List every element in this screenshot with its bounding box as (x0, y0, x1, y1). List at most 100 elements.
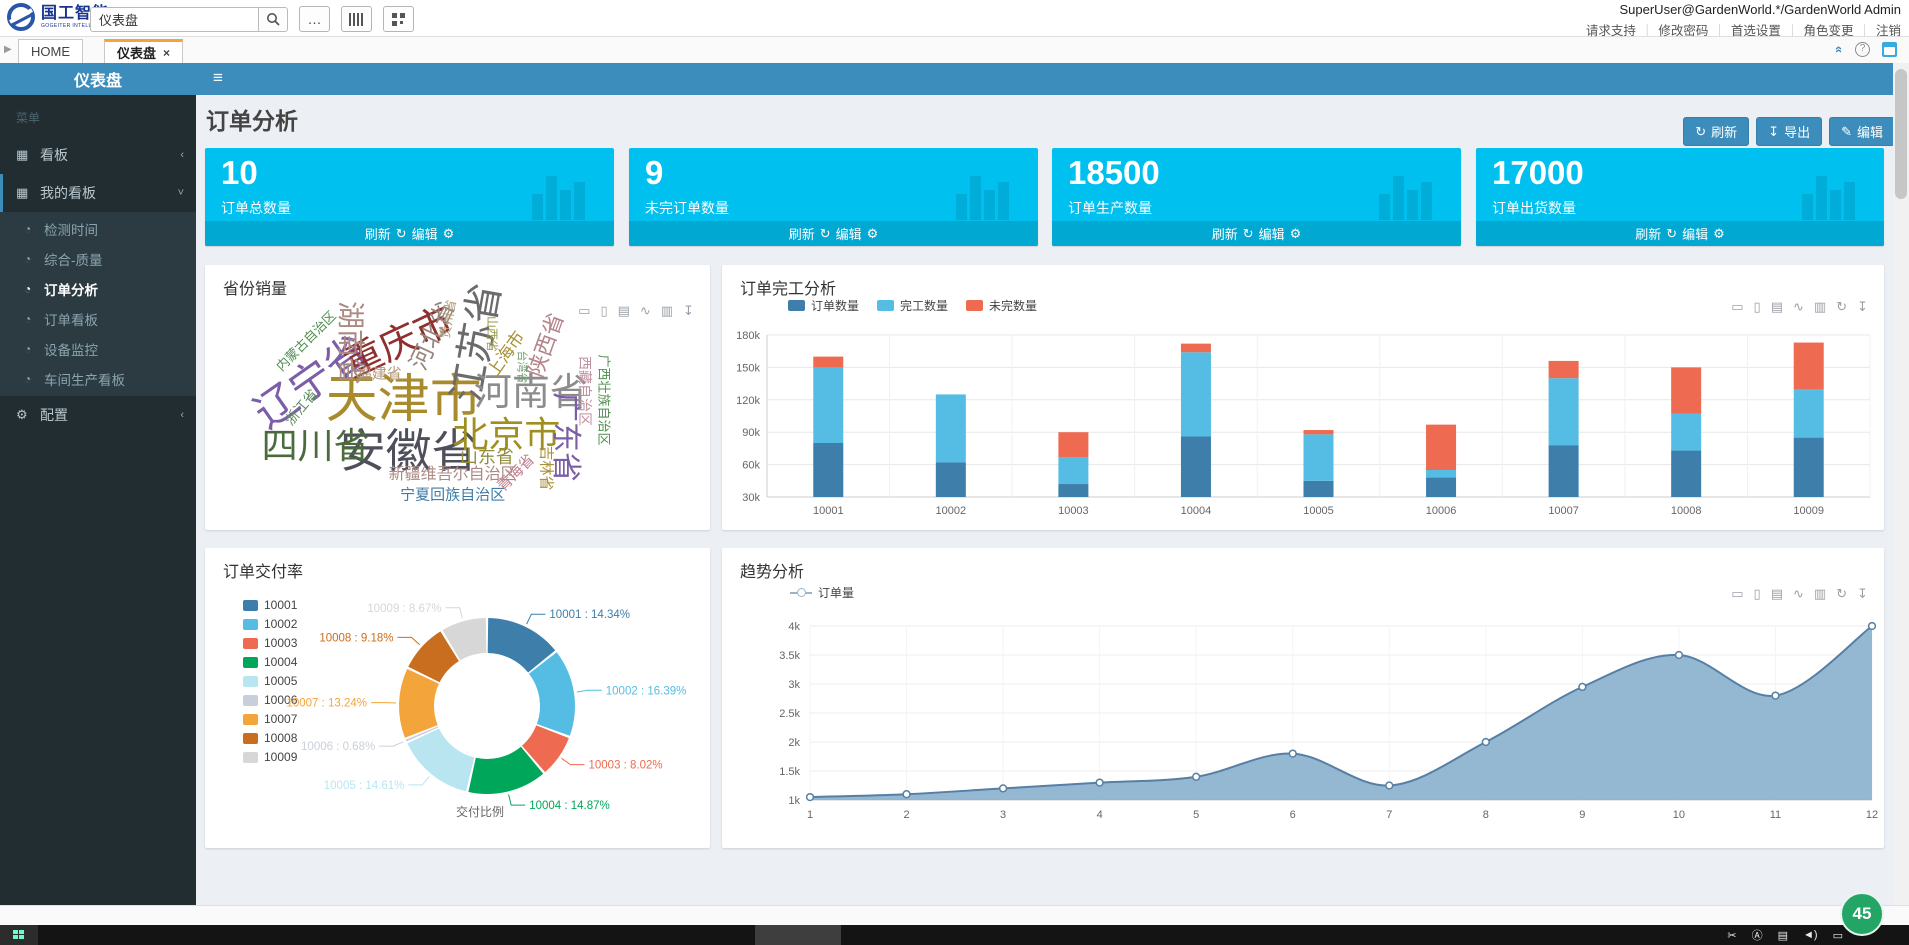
legend-item-订单数量[interactable]: 订单数量 (788, 297, 859, 314)
slice-label: 10003 : 8.02% (588, 760, 662, 772)
slice-label: 10002 : 16.39% (606, 685, 687, 697)
x-tick-label: 10001 (813, 505, 844, 517)
sidebar-subitem-车间生产看板[interactable]: ◔车间生产看板 (0, 364, 196, 394)
legend-label: 完工数量 (900, 297, 948, 314)
bar-segment (936, 394, 966, 462)
close-tab-icon[interactable]: × (163, 46, 170, 60)
x-tick-label: 10008 (1671, 505, 1702, 517)
sidebar-item-配置[interactable]: ⚙配置‹ (0, 396, 196, 434)
refresh-button[interactable]: ↻ 刷新 (1683, 117, 1749, 146)
input-method-icon[interactable]: Ⓐ (1752, 927, 1763, 943)
button-label: 刷新 (1711, 122, 1737, 141)
link-separator: ｜ (1858, 24, 1871, 38)
line-type-icon[interactable]: ∿ (1793, 586, 1804, 602)
user-link[interactable]: 修改密码 (1658, 24, 1708, 38)
sidebar-subitem-综合-质量[interactable]: ◔综合-质量 (0, 244, 196, 274)
bar-segment (1181, 437, 1211, 497)
floating-badge[interactable]: 45 (1840, 892, 1884, 936)
edit-label[interactable]: 编辑 (1259, 224, 1285, 243)
datazoom-icon[interactable]: ▭ (1731, 586, 1743, 602)
page-title: 订单分析 (206, 102, 298, 136)
content-header: ≡ (196, 63, 1909, 95)
search-input[interactable] (90, 7, 258, 32)
tab-HOME[interactable]: HOME (18, 39, 83, 63)
dataview-icon[interactable]: ▤ (1771, 299, 1783, 315)
wrench-icon: ⚙ (443, 226, 455, 242)
sidebar-item-我的看板[interactable]: ▦我的看板˅ (0, 174, 196, 212)
y-tick-label: 2k (788, 737, 800, 749)
user-link[interactable]: 角色变更 (1803, 24, 1853, 38)
slice-label: 10005 : 14.61% (324, 780, 405, 792)
search-button[interactable] (258, 7, 288, 32)
bar-type-icon[interactable]: ▥ (1814, 299, 1826, 315)
trend-legend-item[interactable]: 订单量 (790, 584, 854, 601)
bar-chart-icon (1377, 164, 1441, 225)
sidebar-submenu: ◔检测时间◔综合-质量◔订单分析◔订单看板◔设备监控◔车间生产看板 (0, 212, 196, 396)
kpi-footer-actions[interactable]: 刷新↻编辑⚙ (1052, 221, 1461, 246)
datazoom-icon[interactable]: ▭ (1731, 299, 1743, 315)
kpi-label: 订单生产数量 (1068, 198, 1152, 218)
sidebar-subitem-设备监控[interactable]: ◔设备监控 (0, 334, 196, 364)
taskbar-app-button[interactable] (755, 925, 841, 945)
export-button[interactable]: ↧导出 (1756, 117, 1822, 146)
collapse-tabs-icon[interactable]: « (1832, 46, 1847, 53)
save-image-icon[interactable]: ↧ (1857, 299, 1868, 315)
bar-segment (1794, 343, 1824, 389)
kpi-footer-actions[interactable]: 刷新↻编辑⚙ (629, 221, 1038, 246)
edit-label[interactable]: 编辑 (1682, 224, 1708, 243)
datazoom-reset-icon[interactable]: ▯ (1754, 586, 1761, 602)
restore-icon[interactable]: ↻ (1836, 586, 1847, 602)
sidebar-subitem-label: 检测时间 (44, 219, 98, 239)
data-point-marker (1579, 684, 1586, 691)
clipboard-icon[interactable]: ▤ (1778, 929, 1788, 942)
qrcode-icon (392, 13, 405, 26)
barcode-button[interactable] (341, 6, 372, 32)
save-image-icon[interactable]: ↧ (1857, 586, 1868, 602)
display-icon[interactable]: ▭ (1833, 929, 1843, 942)
qrcode-button[interactable] (383, 6, 414, 32)
edit-label[interactable]: 编辑 (412, 224, 438, 243)
legend-item-未完数量[interactable]: 未完数量 (966, 297, 1037, 314)
start-button[interactable] (0, 925, 38, 945)
refresh-label[interactable]: 刷新 (365, 224, 391, 243)
link-separator: ｜ (1786, 24, 1799, 38)
vertical-scrollbar[interactable] (1893, 63, 1909, 905)
edit-label[interactable]: 编辑 (836, 224, 862, 243)
scrollbar-thumb[interactable] (1895, 69, 1907, 199)
help-icon[interactable]: ? (1855, 42, 1870, 57)
bar-type-icon[interactable]: ▥ (1814, 586, 1826, 602)
restore-icon[interactable]: ↻ (1836, 299, 1847, 315)
speaker-icon[interactable]: ◄) (1803, 929, 1818, 941)
x-tick-label: 10003 (1058, 505, 1089, 517)
data-point-marker (1193, 773, 1200, 780)
dataview-icon[interactable]: ▤ (1771, 586, 1783, 602)
hamburger-icon[interactable]: ≡ (213, 68, 223, 88)
more-options-button[interactable]: … (299, 6, 330, 32)
label-leader-line (509, 794, 526, 805)
edit-button[interactable]: ✎编辑 (1829, 117, 1895, 146)
refresh-icon: ↻ (1243, 226, 1254, 242)
sidebar-subitem-label: 综合-质量 (44, 249, 103, 269)
sidebar-item-看板[interactable]: ▦看板‹ (0, 136, 196, 174)
tab-scroll-arrow-icon[interactable]: ▶ (4, 44, 12, 55)
refresh-label[interactable]: 刷新 (789, 224, 815, 243)
calendar-icon[interactable] (1882, 42, 1897, 57)
user-link[interactable]: 首选设置 (1731, 24, 1781, 38)
sidebar-subitem-订单分析[interactable]: ◔订单分析 (0, 274, 196, 304)
user-link[interactable]: 注销 (1876, 24, 1901, 38)
kpi-footer-actions[interactable]: 刷新↻编辑⚙ (205, 221, 614, 246)
legend-item-完工数量[interactable]: 完工数量 (877, 297, 948, 314)
line-type-icon[interactable]: ∿ (1793, 299, 1804, 315)
datazoom-reset-icon[interactable]: ▯ (1754, 299, 1761, 315)
refresh-label[interactable]: 刷新 (1212, 224, 1238, 243)
gauge-icon: ◔ (24, 342, 44, 356)
user-link[interactable]: 请求支持 (1586, 24, 1636, 38)
sidebar-subitem-订单看板[interactable]: ◔订单看板 (0, 304, 196, 334)
refresh-label[interactable]: 刷新 (1635, 224, 1661, 243)
wordcloud-word: 山东省 (460, 448, 514, 466)
kpi-footer-actions[interactable]: 刷新↻编辑⚙ (1476, 221, 1884, 246)
sidebar-subitem-检测时间[interactable]: ◔检测时间 (0, 214, 196, 244)
tab-仪表盘[interactable]: 仪表盘× (104, 39, 183, 63)
refresh-icon: ↻ (1695, 124, 1706, 140)
snip-icon[interactable]: ✂ (1727, 929, 1736, 942)
